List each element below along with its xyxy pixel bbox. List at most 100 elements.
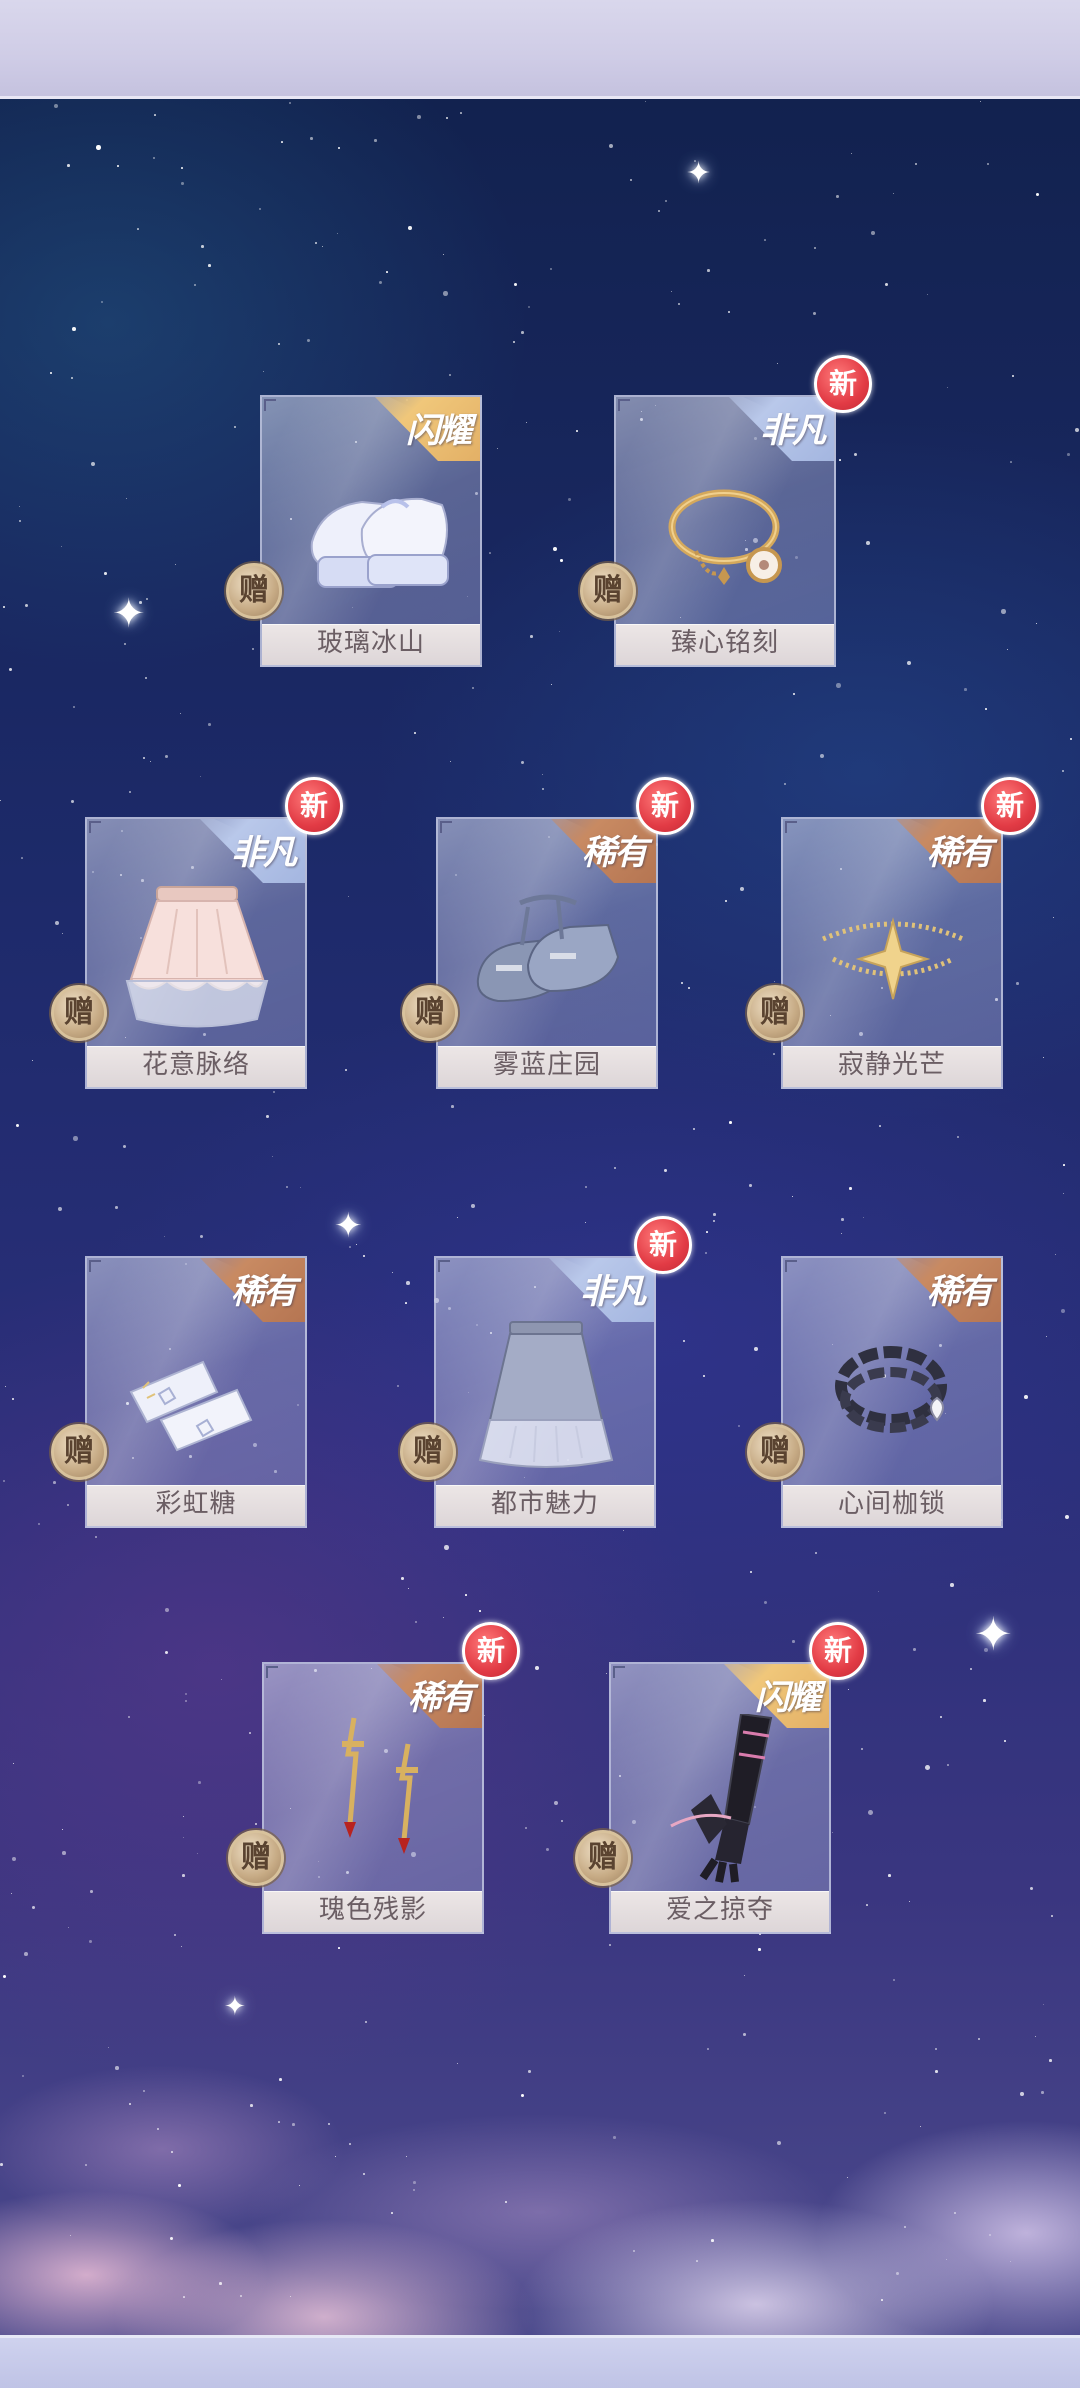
star-dot: [681, 982, 684, 985]
star-dot: [560, 559, 563, 562]
star-dot: [513, 341, 516, 344]
star-dot: [749, 1184, 752, 1187]
star-dot: [866, 541, 870, 545]
star-dot: [871, 231, 875, 235]
star-dot: [743, 2033, 746, 2036]
item-card[interactable]: 非凡 臻心铭刻 赠 新: [580, 355, 872, 667]
necklace-icon: [822, 917, 964, 1000]
midi-skirt-icon: [478, 1321, 614, 1468]
star-dot: [521, 761, 525, 765]
star-dot: [96, 145, 101, 150]
star-dot: [879, 1125, 881, 1127]
star-dot: [165, 1651, 168, 1654]
star-dot: [11, 1893, 13, 1895]
gift-badge: 赠: [575, 1830, 631, 1886]
item-name: 雾蓝庄园: [492, 1050, 601, 1080]
star-dot: [693, 1128, 696, 1131]
star-dot: [443, 254, 445, 256]
card-frame: 闪耀 玻璃冰山: [260, 395, 482, 667]
star-dot: [345, 1069, 347, 1071]
star-dot: [773, 1053, 775, 1055]
sparkle-icon: ✦: [686, 156, 712, 191]
star-dot: [705, 1252, 707, 1254]
star-dot: [861, 1748, 863, 1750]
card-corner: [785, 821, 797, 833]
star-dot: [401, 1577, 404, 1580]
star-dot: [1036, 623, 1038, 625]
star-dot: [909, 1901, 911, 1903]
star-dot: [451, 1105, 454, 1108]
star-dot: [774, 981, 776, 983]
loafers-icon: [476, 894, 620, 1003]
star-dot: [175, 564, 177, 566]
star-dot: [221, 1679, 223, 1681]
star-dot: [866, 1904, 868, 1906]
star-dot: [505, 2201, 507, 2203]
star-dot: [32, 1906, 35, 1909]
star-dot: [542, 774, 543, 775]
item-name: 彩虹糖: [155, 1489, 237, 1519]
star-dot: [3, 606, 6, 609]
star-dot: [947, 387, 949, 389]
star-dot: [67, 164, 70, 167]
item-card[interactable]: 闪耀 爱之掠夺 赠 新: [575, 1622, 867, 1934]
star-dot: [12, 1857, 17, 1862]
bracelet-icon: [668, 489, 782, 585]
item-card[interactable]: 稀有 心间枷锁 赠: [747, 1256, 1003, 1528]
star-dot: [815, 1552, 818, 1555]
gift-badge: 赠: [226, 563, 282, 619]
star-dot: [983, 1699, 986, 1702]
gift-badge: 赠: [400, 1424, 456, 1480]
star-dot: [170, 2237, 173, 2240]
star-dot: [185, 1700, 187, 1702]
star-dot: [528, 2070, 531, 2073]
star-dot: [397, 1385, 399, 1387]
star-dot: [525, 1827, 527, 1829]
star-dot: [1024, 1395, 1028, 1399]
card-corner: [438, 1260, 450, 1272]
star-dot: [526, 422, 528, 424]
star-dot: [137, 228, 139, 230]
star-dot: [71, 800, 74, 803]
star-dot: [129, 2103, 131, 2105]
star-dot: [1046, 1336, 1048, 1338]
star-dot: [606, 1673, 608, 1675]
star-dot: [62, 1829, 64, 1831]
item-card[interactable]: 非凡 都市魅力 赠 新: [400, 1216, 692, 1528]
card-corner: [785, 1260, 797, 1272]
star-dot: [1012, 375, 1015, 378]
star-dot: [208, 723, 211, 726]
star-dot: [322, 246, 324, 248]
item-card[interactable]: 闪耀 玻璃冰山 赠: [226, 395, 482, 667]
star-dot: [185, 1693, 188, 1696]
star-dot: [535, 1666, 539, 1670]
star-dot: [561, 1820, 564, 1823]
star-dot: [1010, 461, 1012, 463]
star-dot: [200, 1235, 204, 1239]
star-dot: [530, 635, 533, 638]
item-card[interactable]: 稀有 寂静光芒 赠 新: [747, 777, 1039, 1089]
star-dot: [13, 1763, 15, 1765]
star-dot: [793, 693, 796, 696]
star-dot: [713, 1213, 716, 1216]
gift-badge: 赠: [51, 1424, 107, 1480]
gift-badge: 赠: [402, 985, 458, 1041]
item-card[interactable]: 稀有 雾蓝庄园 赠 新: [402, 777, 694, 1089]
star-dot: [200, 776, 202, 778]
star-dot: [528, 306, 531, 309]
star-dot: [623, 1530, 625, 1532]
star-dot: [1036, 193, 1039, 196]
star-dot: [374, 139, 377, 142]
star-dot: [542, 788, 544, 790]
star-dot: [143, 757, 146, 760]
star-dot: [53, 1481, 56, 1484]
item-card[interactable]: 稀有 彩虹糖 赠: [51, 1256, 307, 1528]
star-dot: [658, 210, 661, 213]
item-card[interactable]: 稀有 瑰色残影 赠 新: [228, 1622, 520, 1934]
star-dot: [281, 141, 283, 143]
card-frame: 稀有 雾蓝庄园: [436, 817, 658, 1089]
star-dot: [292, 2123, 295, 2126]
item-card[interactable]: 非凡 花意脉络 赠 新: [51, 777, 343, 1089]
gift-badge: 赠: [580, 563, 636, 619]
card-frame: 稀有 彩虹糖: [85, 1256, 307, 1528]
